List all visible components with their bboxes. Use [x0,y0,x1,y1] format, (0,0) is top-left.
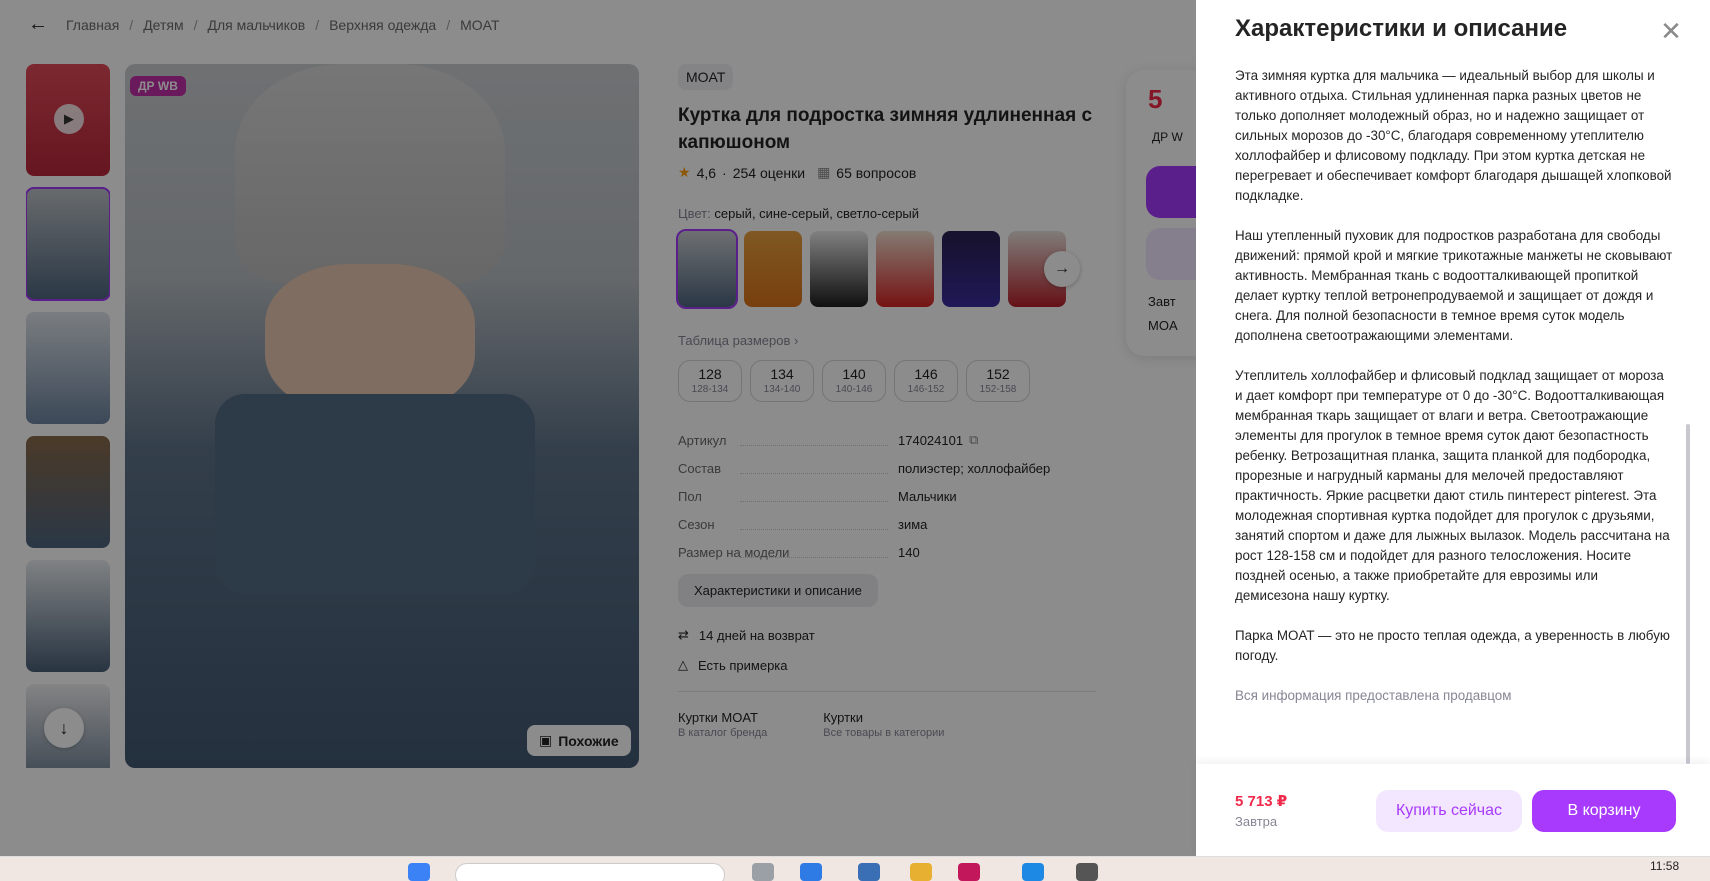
taskbar-search[interactable] [455,863,725,881]
panel-title: Характеристики и описание [1235,15,1568,42]
close-icon[interactable]: ✕ [1656,16,1686,47]
taskview-icon[interactable] [752,863,774,881]
specs-panel: Характеристики и описание ✕ Эта зимняя к… [1196,0,1710,856]
folder-icon[interactable] [910,863,932,881]
app-icon[interactable] [1022,863,1044,881]
browser-icon[interactable] [958,863,980,881]
taskbar: 11:58 [0,856,1710,881]
description-paragraph: Парка MOAT — это не просто теплая одежда… [1235,628,1670,663]
description-paragraph: Эта зимняя куртка для мальчика — идеальн… [1235,68,1672,203]
description-paragraph: Наш утепленный пуховик для подростков ра… [1235,228,1673,343]
panel-footer: 5 713 ₽ Завтра Купить сейчас В корзину [1196,764,1710,856]
scrollbar[interactable] [1686,424,1690,764]
modal-overlay[interactable] [0,0,1196,856]
add-to-cart-button[interactable]: В корзину [1532,790,1676,832]
footer-delivery: Завтра [1235,814,1278,829]
description-text: Эта зимняя куртка для мальчика — идеальн… [1235,66,1675,762]
start-icon[interactable] [408,863,430,881]
store-icon[interactable] [858,863,880,881]
seller-note: Вся информация предоставлена продавцом [1235,688,1512,703]
description-paragraph: Утеплитель холлофайбер и флисовый подкла… [1235,368,1670,603]
clock: 11:58 [1650,859,1680,873]
footer-price: 5 713 ₽ [1235,793,1288,810]
buy-now-button[interactable]: Купить сейчас [1376,790,1522,832]
app-icon[interactable] [1076,863,1098,881]
edge-icon[interactable] [800,863,822,881]
